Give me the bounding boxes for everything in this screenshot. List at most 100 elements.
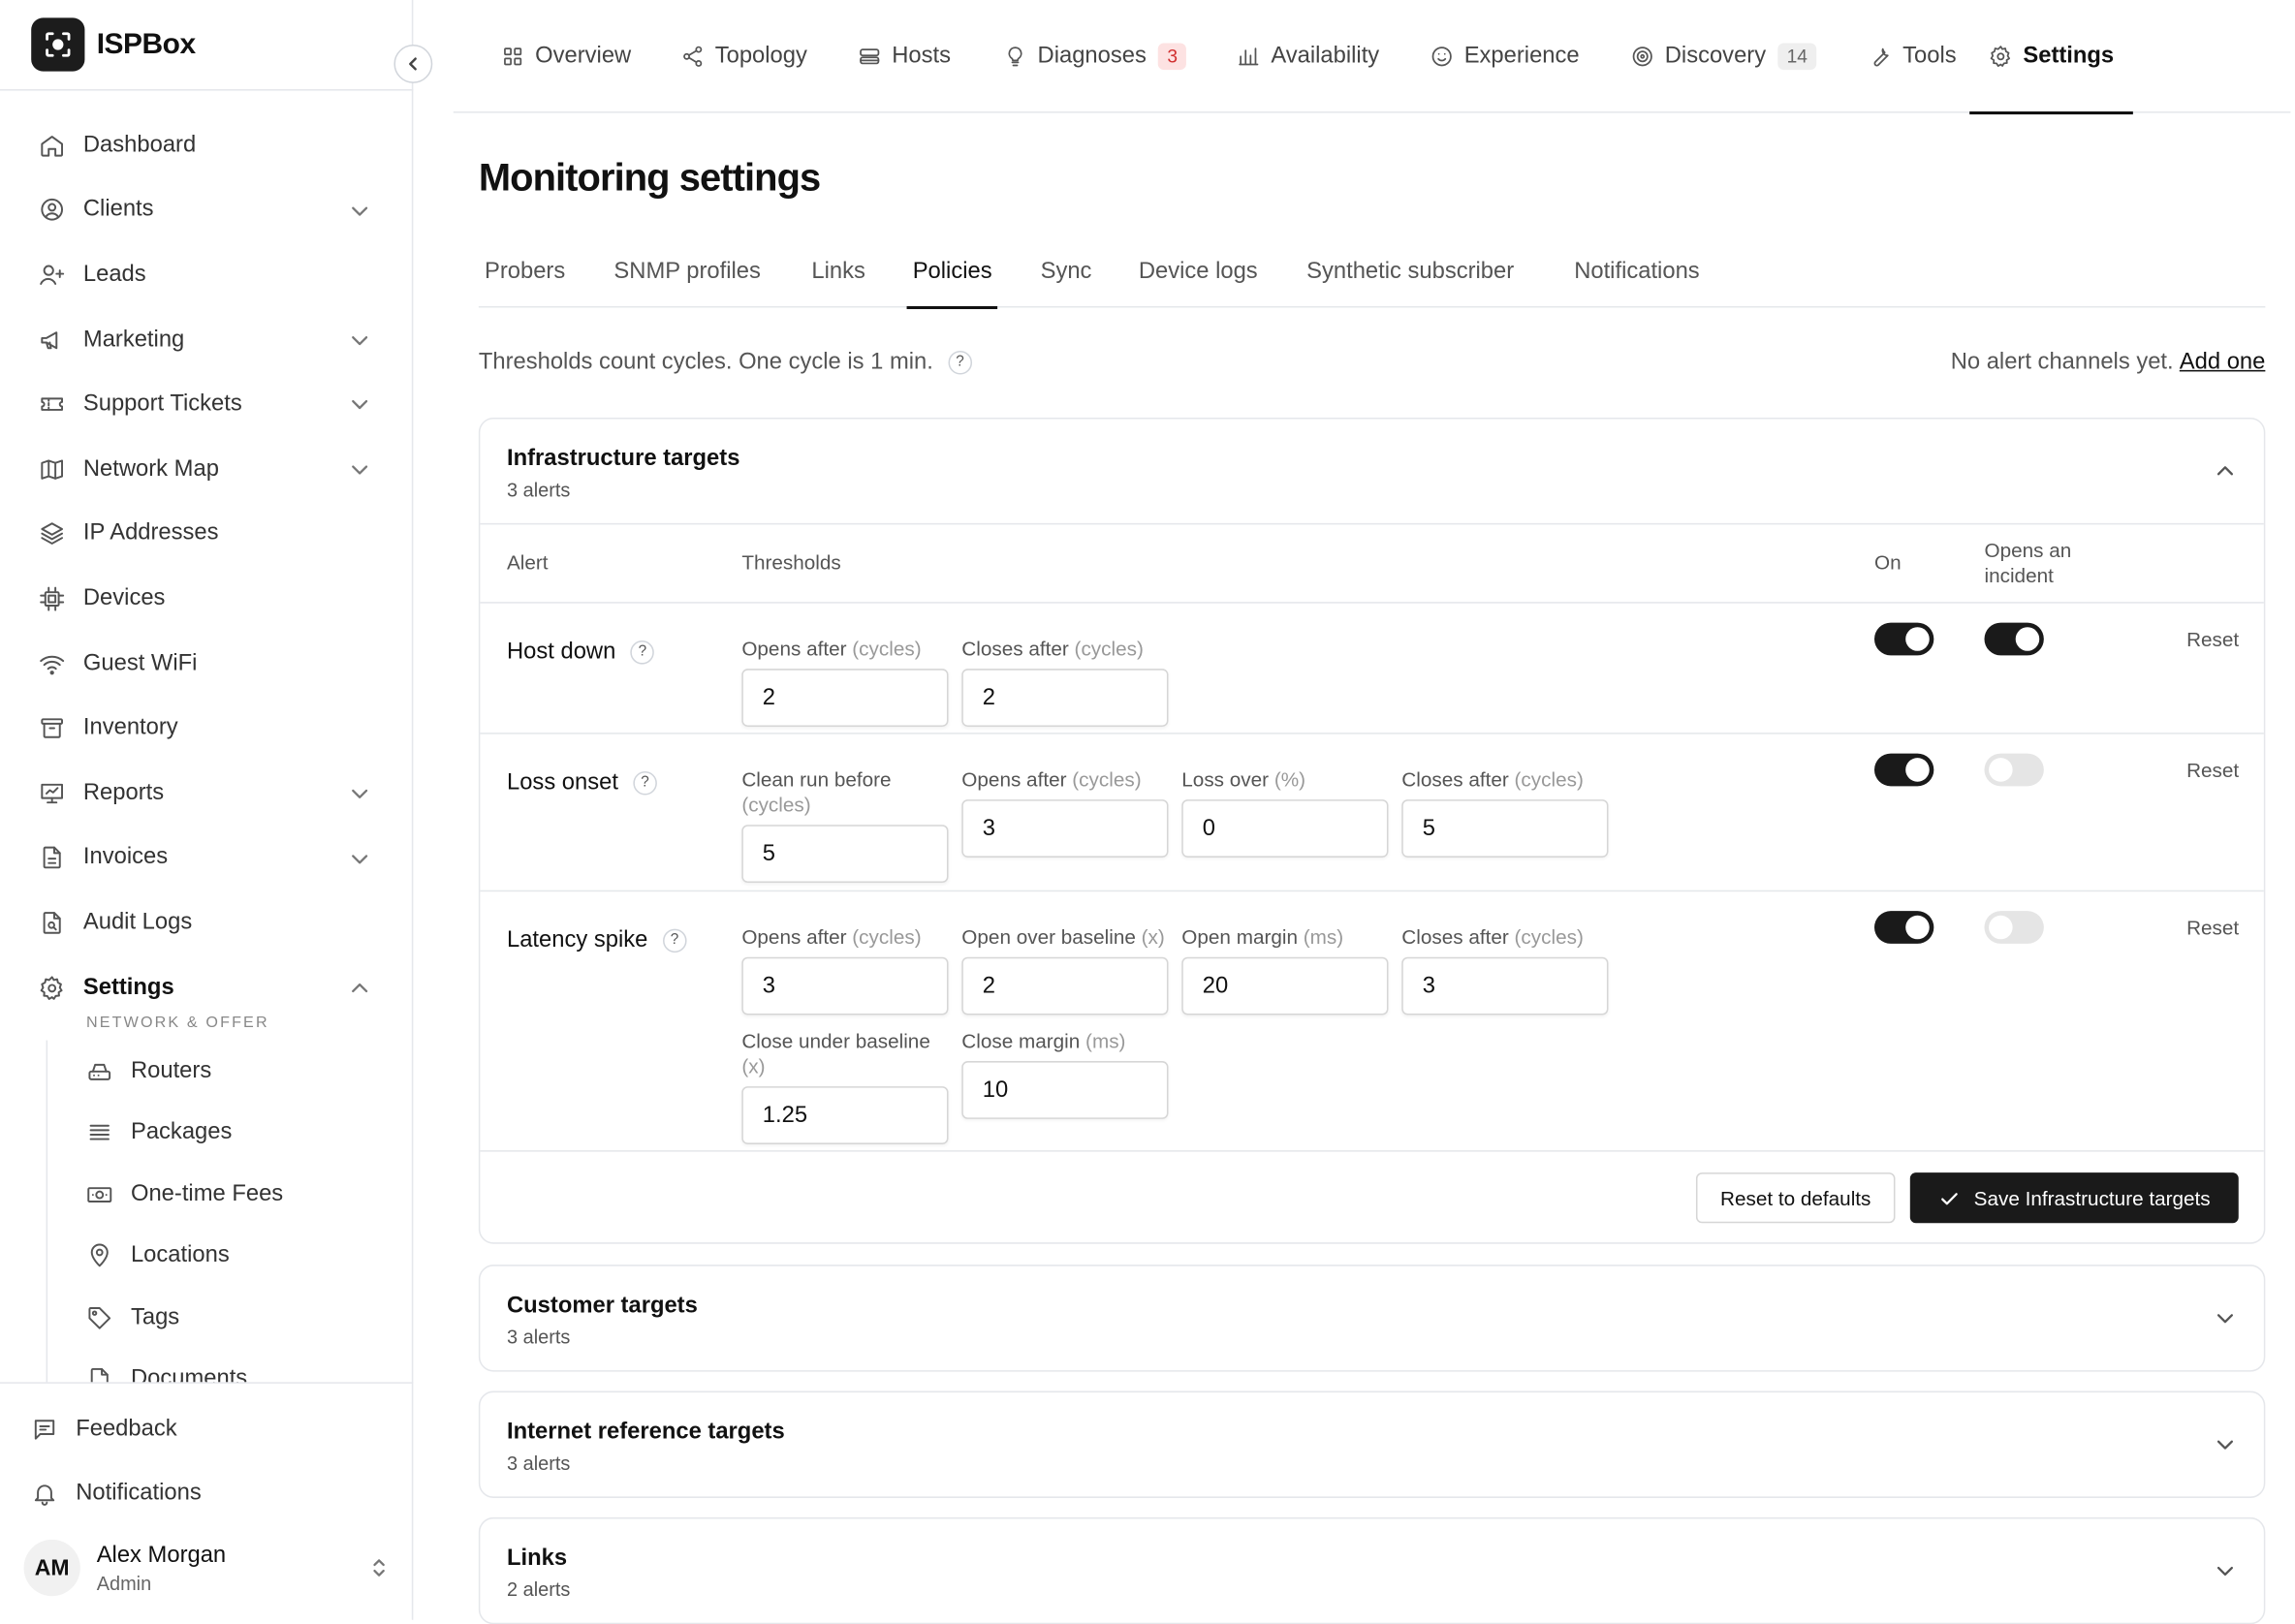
stack-icon — [89, 1125, 110, 1141]
threshold-input[interactable]: 2 — [961, 669, 1169, 727]
chevron-down-icon[interactable] — [2214, 1306, 2238, 1330]
chevron-down-icon[interactable] — [348, 846, 372, 870]
tab-overview[interactable]: Overview — [501, 0, 631, 113]
enabled-toggle[interactable] — [1873, 911, 1934, 944]
threshold-input[interactable]: 1.25 — [741, 1086, 949, 1144]
tab-discovery[interactable]: Discovery 14 — [1630, 0, 1817, 113]
sidebar-item-devices[interactable]: Devices — [0, 567, 412, 632]
reset-to-defaults-button[interactable]: Reset to defaults — [1695, 1172, 1896, 1224]
subtab-snmp-profiles[interactable]: SNMP profiles — [608, 247, 767, 308]
reset-link[interactable]: Reset — [2186, 629, 2239, 651]
chevron-down-icon[interactable] — [348, 199, 372, 223]
chevron-down-icon[interactable] — [348, 328, 372, 353]
sidebar-item-inventory[interactable]: Inventory — [0, 696, 412, 761]
sidebar-item-invoices[interactable]: Invoices — [0, 826, 412, 890]
sidebar-item-audit-logs[interactable]: Audit Logs — [0, 890, 412, 955]
chevron-down-icon[interactable] — [2214, 1432, 2238, 1456]
threshold-input[interactable]: 3 — [961, 799, 1169, 858]
field-unit: (cycles) — [1514, 767, 1584, 791]
user-menu[interactable]: AM Alex Morgan Admin — [23, 1537, 408, 1599]
threshold-input[interactable]: 5 — [741, 825, 949, 884]
sidebar-item-guest-wifi[interactable]: Guest WiFi — [0, 631, 412, 696]
field-unit: (cycles) — [1074, 637, 1144, 660]
sidebar-item-leads[interactable]: Leads — [0, 242, 412, 307]
header-opens-incident: Opens an incident — [1984, 539, 2072, 587]
opens-incident-toggle[interactable] — [1984, 622, 2044, 656]
collapse-sidebar-button[interactable] — [393, 45, 433, 83]
sidebar-item-dashboard[interactable]: Dashboard — [0, 113, 412, 178]
help-icon[interactable]: ? — [662, 928, 687, 953]
threshold-input[interactable]: 5 — [1401, 799, 1609, 858]
sidebar-item-network-map[interactable]: Network Map — [0, 437, 412, 502]
grid-icon — [504, 47, 522, 66]
threshold-input[interactable]: 0 — [1181, 799, 1389, 858]
chevron-down-icon[interactable] — [348, 457, 372, 482]
chevron-up-icon[interactable] — [348, 976, 372, 1000]
sidebar-item-notifications[interactable]: Notifications — [0, 1462, 412, 1527]
threshold-input[interactable]: 3 — [741, 956, 949, 1015]
sidebar-item-feedback[interactable]: Feedback — [0, 1397, 412, 1462]
chevron-down-icon[interactable] — [2214, 1559, 2238, 1583]
sidebar-bottom: Feedback Notifications — [0, 1397, 412, 1527]
threshold-input[interactable]: 3 — [1401, 956, 1609, 1015]
add-alert-channel-link[interactable]: Add one — [2180, 349, 2266, 374]
sidebar-subitem-tags[interactable]: Tags — [0, 1287, 412, 1348]
sidebar-item-support-tickets[interactable]: Support Tickets — [0, 372, 412, 437]
sidebar-item-settings[interactable]: Settings — [0, 955, 412, 1020]
card-header[interactable]: Links 2 alerts — [480, 1518, 2263, 1622]
section-internet-reference-targets: Internet reference targets 3 alerts — [478, 1390, 2266, 1498]
enabled-toggle[interactable] — [1873, 622, 1934, 656]
subtab-device-logs[interactable]: Device logs — [1133, 247, 1264, 308]
header-thresholds: Thresholds — [741, 551, 841, 575]
card-header[interactable]: Infrastructure targets 3 alerts — [480, 420, 2263, 523]
tab-tools[interactable]: Tools — [1869, 0, 1957, 113]
tab-availability[interactable]: Availability — [1237, 0, 1379, 113]
chevron-down-icon[interactable] — [348, 392, 372, 417]
chevron-up-icon[interactable] — [2214, 459, 2238, 484]
reset-link[interactable]: Reset — [2186, 917, 2239, 939]
app-logo[interactable]: ISPBox — [31, 17, 196, 72]
sidebar-subitem-one-time-fees[interactable]: One-time Fees — [0, 1164, 412, 1225]
threshold-input[interactable]: 2 — [961, 956, 1169, 1015]
tab-settings[interactable]: Settings — [1969, 0, 2134, 115]
threshold-input[interactable]: 20 — [1181, 956, 1389, 1015]
reset-link[interactable]: Reset — [2186, 760, 2239, 782]
sidebar-subitem-routers[interactable]: Routers — [0, 1041, 412, 1102]
sidebar-item-ip-addresses[interactable]: IP Addresses — [0, 502, 412, 567]
alert-name: Loss onset? — [507, 769, 657, 796]
subtab-sync[interactable]: Sync — [1034, 247, 1097, 308]
field-unit: (cycles) — [1072, 767, 1142, 791]
tab-experience[interactable]: Experience — [1430, 0, 1580, 113]
subtab-policies[interactable]: Policies — [906, 247, 999, 310]
card-header[interactable]: Customer targets 3 alerts — [480, 1266, 2263, 1370]
sidebar-item-marketing[interactable]: Marketing — [0, 307, 412, 372]
opens-incident-toggle[interactable] — [1984, 911, 2044, 944]
subtab-synthetic-subscriber[interactable]: Synthetic subscriber — [1301, 247, 1520, 308]
field-label-text: Open margin — [1181, 925, 1298, 949]
subtab-links[interactable]: Links — [805, 247, 871, 308]
help-icon[interactable]: ? — [633, 770, 657, 796]
save-infrastructure-button[interactable]: Save Infrastructure targets — [1909, 1172, 2239, 1224]
tab-hosts[interactable]: Hosts — [858, 0, 951, 113]
card-header[interactable]: Internet reference targets 3 alerts — [480, 1392, 2263, 1496]
sidebar-subitem-documents[interactable]: Documents — [0, 1348, 412, 1383]
sidebar-item-clients[interactable]: Clients — [0, 177, 412, 242]
divider — [46, 1041, 48, 1383]
tab-topology[interactable]: Topology — [680, 0, 807, 113]
enabled-toggle[interactable] — [1873, 753, 1934, 787]
opens-incident-toggle[interactable] — [1984, 753, 2044, 787]
help-icon[interactable]: ? — [630, 640, 655, 665]
sidebar-subitem-locations[interactable]: Locations — [0, 1226, 412, 1287]
threshold-input[interactable]: 2 — [741, 669, 949, 727]
sidebar-subitem-packages[interactable]: Packages — [0, 1103, 412, 1164]
help-icon[interactable]: ? — [948, 350, 972, 375]
threshold-field: Opens after (cycles) 2 — [741, 636, 949, 727]
subtab-probers[interactable]: Probers — [479, 247, 572, 308]
threshold-input[interactable]: 10 — [961, 1061, 1169, 1119]
sidebar-item-reports[interactable]: Reports — [0, 761, 412, 826]
toggle-knob — [1905, 915, 1930, 940]
chevron-down-icon[interactable] — [348, 782, 372, 806]
tab-diagnoses[interactable]: Diagnoses 3 — [1003, 0, 1187, 113]
threshold-field: Opens after (cycles) 3 — [741, 924, 949, 1015]
subtab-notifications[interactable]: Notifications — [1568, 247, 1706, 308]
